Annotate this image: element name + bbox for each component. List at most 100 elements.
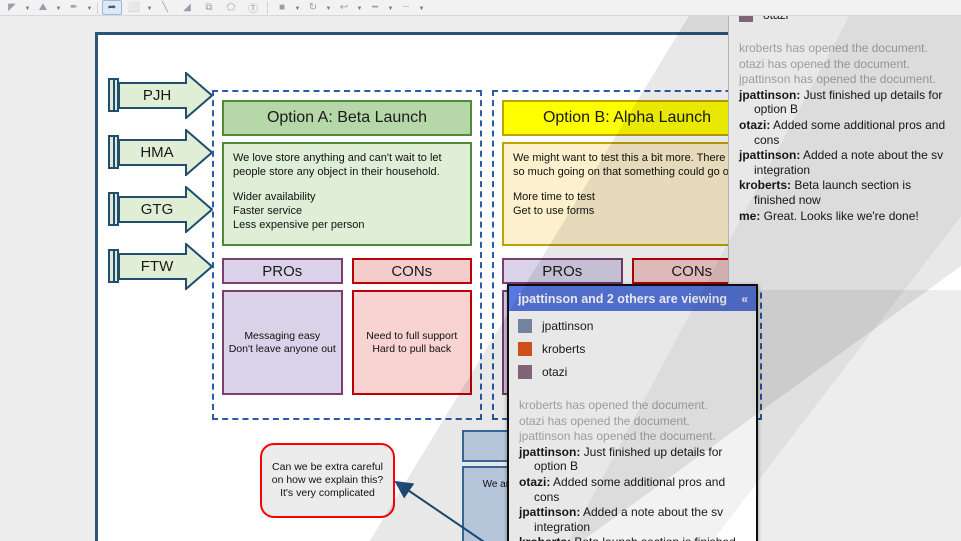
background-message-author: me: (739, 209, 760, 223)
popup-viewer-item[interactable]: otazi (518, 365, 756, 379)
swimlane-arrow-label: PJH (122, 72, 192, 119)
background-message-author: otazi: (739, 118, 770, 132)
diagram-canvas[interactable]: PJH HMA GTG FTW Option A: Beta Launch We lo… (0, 16, 961, 541)
background-system-message: jpattinson has opened the document. (739, 72, 951, 87)
callout-text: Can we be extra careful on how we explai… (269, 461, 386, 500)
background-chat-message: kroberts: Beta launch section is finishe… (739, 178, 951, 207)
chevron-down-icon[interactable]: ▼ (86, 0, 93, 15)
undo-icon[interactable]: ↩ (334, 0, 354, 15)
background-message-author: jpattinson: (739, 148, 800, 162)
callout-note[interactable]: Can we be extra careful on how we explai… (260, 443, 395, 518)
background-chat-message: me: Great. Looks like we're done! (739, 209, 951, 224)
option-a-bullet-0: Wider availability (233, 190, 461, 204)
background-message-author: kroberts: (739, 178, 791, 192)
popup-message-author: jpattinson: (519, 445, 580, 459)
background-system-message: kroberts has opened the document. (739, 41, 951, 56)
background-chat-log: kroberts has opened the document.otazi h… (739, 35, 951, 223)
popup-message-author: kroberts: (519, 535, 571, 541)
collaboration-panel-background[interactable]: jpattinsonkrobertsotazi kroberts has ope… (728, 16, 961, 290)
popup-system-message: kroberts has opened the document. (519, 398, 746, 413)
option-a-cons-header: CONs (352, 258, 473, 284)
background-message-text: Added some additional pros and cons (754, 118, 945, 147)
option-a-con-1: Hard to pull back (366, 343, 457, 356)
user-color-swatch (518, 342, 532, 356)
option-a-pros-box[interactable]: Messaging easy Don't leave anyone out (222, 290, 343, 395)
user-color-swatch (518, 319, 532, 333)
option-b-title: Option B: Alpha Launch (502, 100, 752, 136)
swimlane-arrow-label: HMA (122, 129, 192, 176)
toolbar[interactable]: ◤▼⛰▼✒▼➦⬜▼╲◢⧉⬠Ⓣ■▼↻▼↩▼━▼┈▼ (0, 0, 961, 16)
connector-icon[interactable]: ⧉ (199, 0, 219, 15)
popup-chat-message: jpattinson: Added a note about the sv in… (519, 505, 746, 534)
fill-color-icon[interactable]: ■ (272, 0, 292, 15)
image-insert-icon[interactable]: ⛰ (33, 0, 53, 15)
swimlane-arrow-ftw[interactable]: FTW (108, 243, 213, 290)
chevron-down-icon[interactable]: ▼ (146, 0, 153, 15)
option-a-pros-header: PROs (222, 258, 343, 284)
option-a-cons-box[interactable]: Need to full support Hard to pull back (352, 290, 473, 395)
background-message-text: Great. Looks like we're done! (760, 209, 918, 223)
popup-viewer-item[interactable]: kroberts (518, 342, 756, 356)
background-message-author: jpattinson: (739, 88, 800, 102)
popup-chat-message: kroberts: Beta launch section is finishe… (519, 535, 746, 541)
popup-chat-log: kroberts has opened the document.otazi h… (509, 392, 756, 541)
popup-viewer-name: jpattinson (542, 319, 593, 333)
popup-viewer-list: jpattinson kroberts otazi (509, 311, 756, 392)
popup-message-author: otazi: (519, 475, 550, 489)
line-draw-icon[interactable]: ╲ (155, 0, 175, 15)
line-style-icon[interactable]: ┈ (396, 0, 416, 15)
swimlane-arrow-hma[interactable]: HMA (108, 129, 213, 176)
chevron-down-icon[interactable]: ▼ (356, 0, 363, 15)
collaboration-popup-title: jpattinson and 2 others are viewing (518, 292, 727, 306)
chevron-down-icon[interactable]: ▼ (294, 0, 301, 15)
collaboration-popup-header[interactable]: jpattinson and 2 others are viewing « (509, 286, 756, 311)
background-chat-message: jpattinson: Added a note about the sv in… (739, 148, 951, 177)
callout-shape-icon[interactable]: ⬜ (124, 0, 144, 15)
pointer-select-icon[interactable]: ◤ (2, 0, 22, 15)
toolbar-separator (267, 2, 268, 14)
chevron-down-icon[interactable]: ▼ (387, 0, 394, 15)
option-b-body: We might want to test this a bit more. T… (502, 142, 752, 246)
option-b-bullet-0: More time to test (513, 190, 741, 204)
popup-viewer-item[interactable]: jpattinson (518, 319, 756, 333)
chevron-down-icon[interactable]: ▼ (325, 0, 332, 15)
collaboration-popup[interactable]: jpattinson and 2 others are viewing « jp… (507, 284, 758, 541)
swimlane-arrow-gtg[interactable]: GTG (108, 186, 213, 233)
popup-system-message: jpattinson has opened the document. (519, 429, 746, 444)
chevron-down-icon[interactable]: ▼ (55, 0, 62, 15)
swimlane-arrow-label: GTG (122, 186, 192, 233)
line-tool-icon[interactable]: ✒ (64, 0, 84, 15)
chevron-down-icon[interactable]: ▼ (24, 0, 31, 15)
option-a-bullet-2: Less expensive per person (233, 218, 461, 232)
option-b-pros-header: PROs (502, 258, 623, 284)
option-a-con-0: Need to full support (366, 330, 457, 343)
option-a-paragraph: We love store anything and can't wait to… (233, 151, 461, 179)
option-a-title: Option A: Beta Launch (222, 100, 472, 136)
option-b-paragraph: We might want to test this a bit more. T… (513, 151, 741, 179)
popup-message-author: jpattinson: (519, 505, 580, 519)
cursor-arrow-icon[interactable]: ➦ (102, 0, 122, 15)
popup-message-text: Added some additional pros and cons (534, 475, 725, 504)
text-box-icon[interactable]: Ⓣ (243, 0, 263, 15)
swimlane-arrow-pjh[interactable]: PJH (108, 72, 213, 119)
background-viewer-item[interactable]: otazi (739, 16, 951, 22)
chevron-up-icon[interactable]: « (741, 292, 748, 306)
option-a-body: We love store anything and can't wait to… (222, 142, 472, 246)
option-a-bullet-1: Faster service (233, 204, 461, 218)
filled-arrow-icon[interactable]: ◢ (177, 0, 197, 15)
option-a-group[interactable]: Option A: Beta Launch We love store anyt… (212, 90, 482, 420)
user-color-swatch (739, 16, 753, 22)
user-color-swatch (518, 365, 532, 379)
line-weight-icon[interactable]: ━ (365, 0, 385, 15)
background-viewer-name: otazi (763, 16, 788, 22)
swimlane-arrow-label: FTW (122, 243, 192, 290)
option-b-bullet-1: Get to use forms (513, 204, 741, 218)
rotate-icon[interactable]: ↻ (303, 0, 323, 15)
popup-system-message: otazi has opened the document. (519, 414, 746, 429)
freeform-shape-icon[interactable]: ⬠ (221, 0, 241, 15)
chevron-down-icon[interactable]: ▼ (418, 0, 425, 15)
option-a-pro-1: Don't leave anyone out (229, 343, 336, 356)
background-chat-message: otazi: Added some additional pros and co… (739, 118, 951, 147)
popup-chat-message: jpattinson: Just finished up details for… (519, 445, 746, 474)
popup-viewer-name: otazi (542, 365, 567, 379)
